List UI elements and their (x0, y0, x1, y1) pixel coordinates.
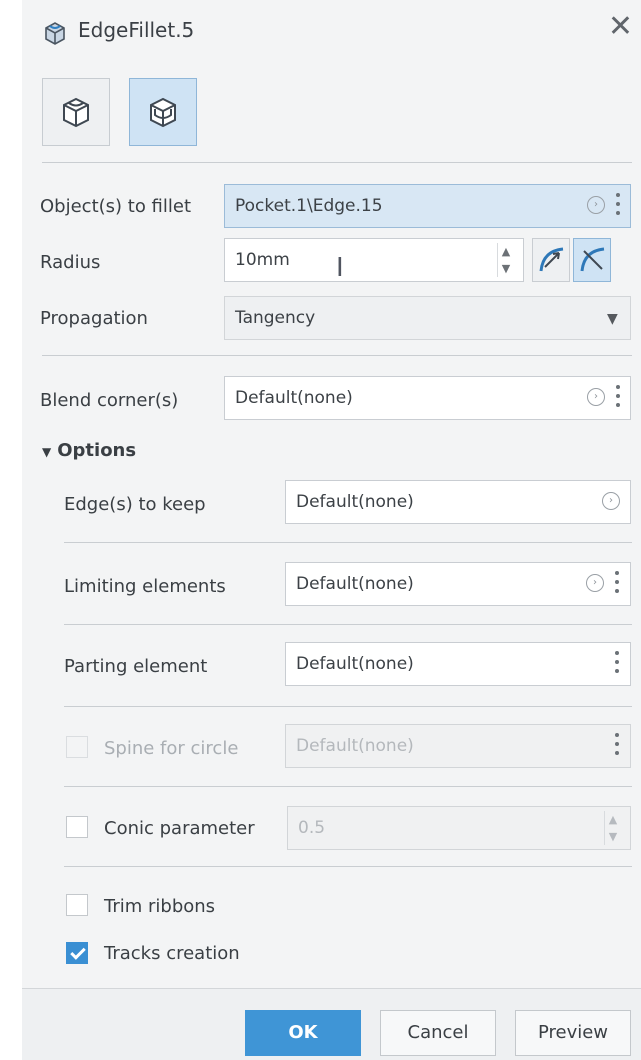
radius-arc-icon (539, 247, 564, 272)
limiting-elements-value: Default(none) (296, 574, 414, 594)
limiting-elements-field[interactable]: Default(none) › (285, 562, 631, 606)
separator (64, 706, 632, 707)
objects-to-fillet-value: Pocket.1\Edge.15 (235, 196, 383, 216)
radius-label: Radius (40, 252, 101, 273)
separator (42, 162, 632, 163)
tracks-creation-checkbox[interactable] (66, 942, 88, 964)
chevron-down-icon: ▼ (607, 311, 618, 327)
window-left-edge (0, 0, 22, 1059)
chordal-length-button[interactable] (573, 238, 611, 282)
propagation-select[interactable]: Tangency ▼ (224, 296, 631, 340)
separator (64, 542, 632, 543)
close-icon[interactable]: ✕ (608, 12, 633, 42)
conic-parameter-checkbox[interactable] (66, 816, 88, 838)
title-bar: EdgeFillet.5 ✕ (22, 0, 641, 62)
parting-element-value: Default(none) (296, 654, 414, 674)
expand-triangle-icon: ▼ (42, 445, 52, 459)
conic-parameter-input: 0.5 ▲ ▼ (287, 806, 631, 850)
blend-corners-field[interactable]: Default(none) › (224, 376, 631, 420)
blend-corners-value: Default(none) (235, 388, 353, 408)
chord-arc-icon (580, 247, 605, 272)
propagation-label: Propagation (40, 308, 148, 329)
parting-element-label: Parting element (64, 656, 208, 677)
select-arrow-icon[interactable]: › (587, 388, 605, 406)
cancel-button[interactable]: Cancel (380, 1010, 496, 1056)
objects-to-fillet-label: Object(s) to fillet (40, 196, 192, 217)
options-header-label: Options (57, 440, 137, 461)
preview-button[interactable]: Preview (515, 1010, 631, 1056)
options-section-header[interactable]: ▼ Options (42, 440, 136, 461)
separator (64, 866, 632, 867)
separator (64, 786, 632, 787)
trim-ribbons-checkbox[interactable] (66, 894, 88, 916)
edge-fillet-dialog: EdgeFillet.5 ✕ Object(s) to fillet Pocke… (22, 0, 641, 1060)
edge-fillet-icon (45, 22, 65, 45)
more-options-icon[interactable] (615, 193, 621, 219)
separator (64, 624, 632, 625)
ok-button[interactable]: OK (245, 1010, 361, 1056)
objects-to-fillet-field[interactable]: Pocket.1\Edge.15 › (224, 184, 631, 228)
fillet-mode-button-1[interactable] (42, 78, 110, 146)
edges-to-keep-label: Edge(s) to keep (64, 494, 206, 515)
select-arrow-icon[interactable]: › (587, 196, 605, 214)
conic-parameter-spinner: ▲ ▼ (604, 811, 621, 845)
propagation-value: Tangency (235, 308, 316, 328)
more-options-icon (614, 733, 620, 759)
tracks-creation-label: Tracks creation (104, 943, 240, 964)
spine-for-circle-value: Default(none) (296, 736, 414, 756)
select-arrow-icon[interactable]: › (586, 574, 604, 592)
conic-parameter-value: 0.5 (298, 818, 326, 838)
radius-input[interactable]: 10mm ▲ ▼ (224, 238, 524, 282)
spine-for-circle-field: Default(none) (285, 724, 631, 768)
spine-for-circle-label: Spine for circle (104, 738, 239, 759)
spine-for-circle-checkbox[interactable] (66, 736, 88, 758)
radius-spinner[interactable]: ▲ ▼ (497, 243, 514, 277)
window-title: EdgeFillet.5 (78, 18, 195, 42)
text-cursor-icon: I (336, 253, 344, 283)
limiting-elements-label: Limiting elements (64, 576, 226, 597)
more-options-icon[interactable] (614, 571, 620, 597)
separator (42, 355, 632, 356)
fillet-mode-active-icon (150, 97, 176, 128)
trim-ribbons-label: Trim ribbons (104, 896, 216, 917)
edges-to-keep-field[interactable]: Default(none) › (285, 480, 631, 524)
edges-to-keep-value: Default(none) (296, 492, 414, 512)
more-options-icon[interactable] (615, 385, 621, 411)
conic-parameter-label: Conic parameter (104, 818, 255, 839)
blend-corners-label: Blend corner(s) (40, 390, 179, 411)
fillet-mode-button-2[interactable] (129, 78, 197, 146)
parting-element-field[interactable]: Default(none) (285, 642, 631, 686)
radius-type-button[interactable] (532, 238, 570, 282)
radius-value: 10mm (235, 250, 290, 270)
select-arrow-icon[interactable]: › (602, 492, 620, 510)
fillet-mode-icon (63, 97, 89, 128)
more-options-icon[interactable] (614, 651, 620, 677)
